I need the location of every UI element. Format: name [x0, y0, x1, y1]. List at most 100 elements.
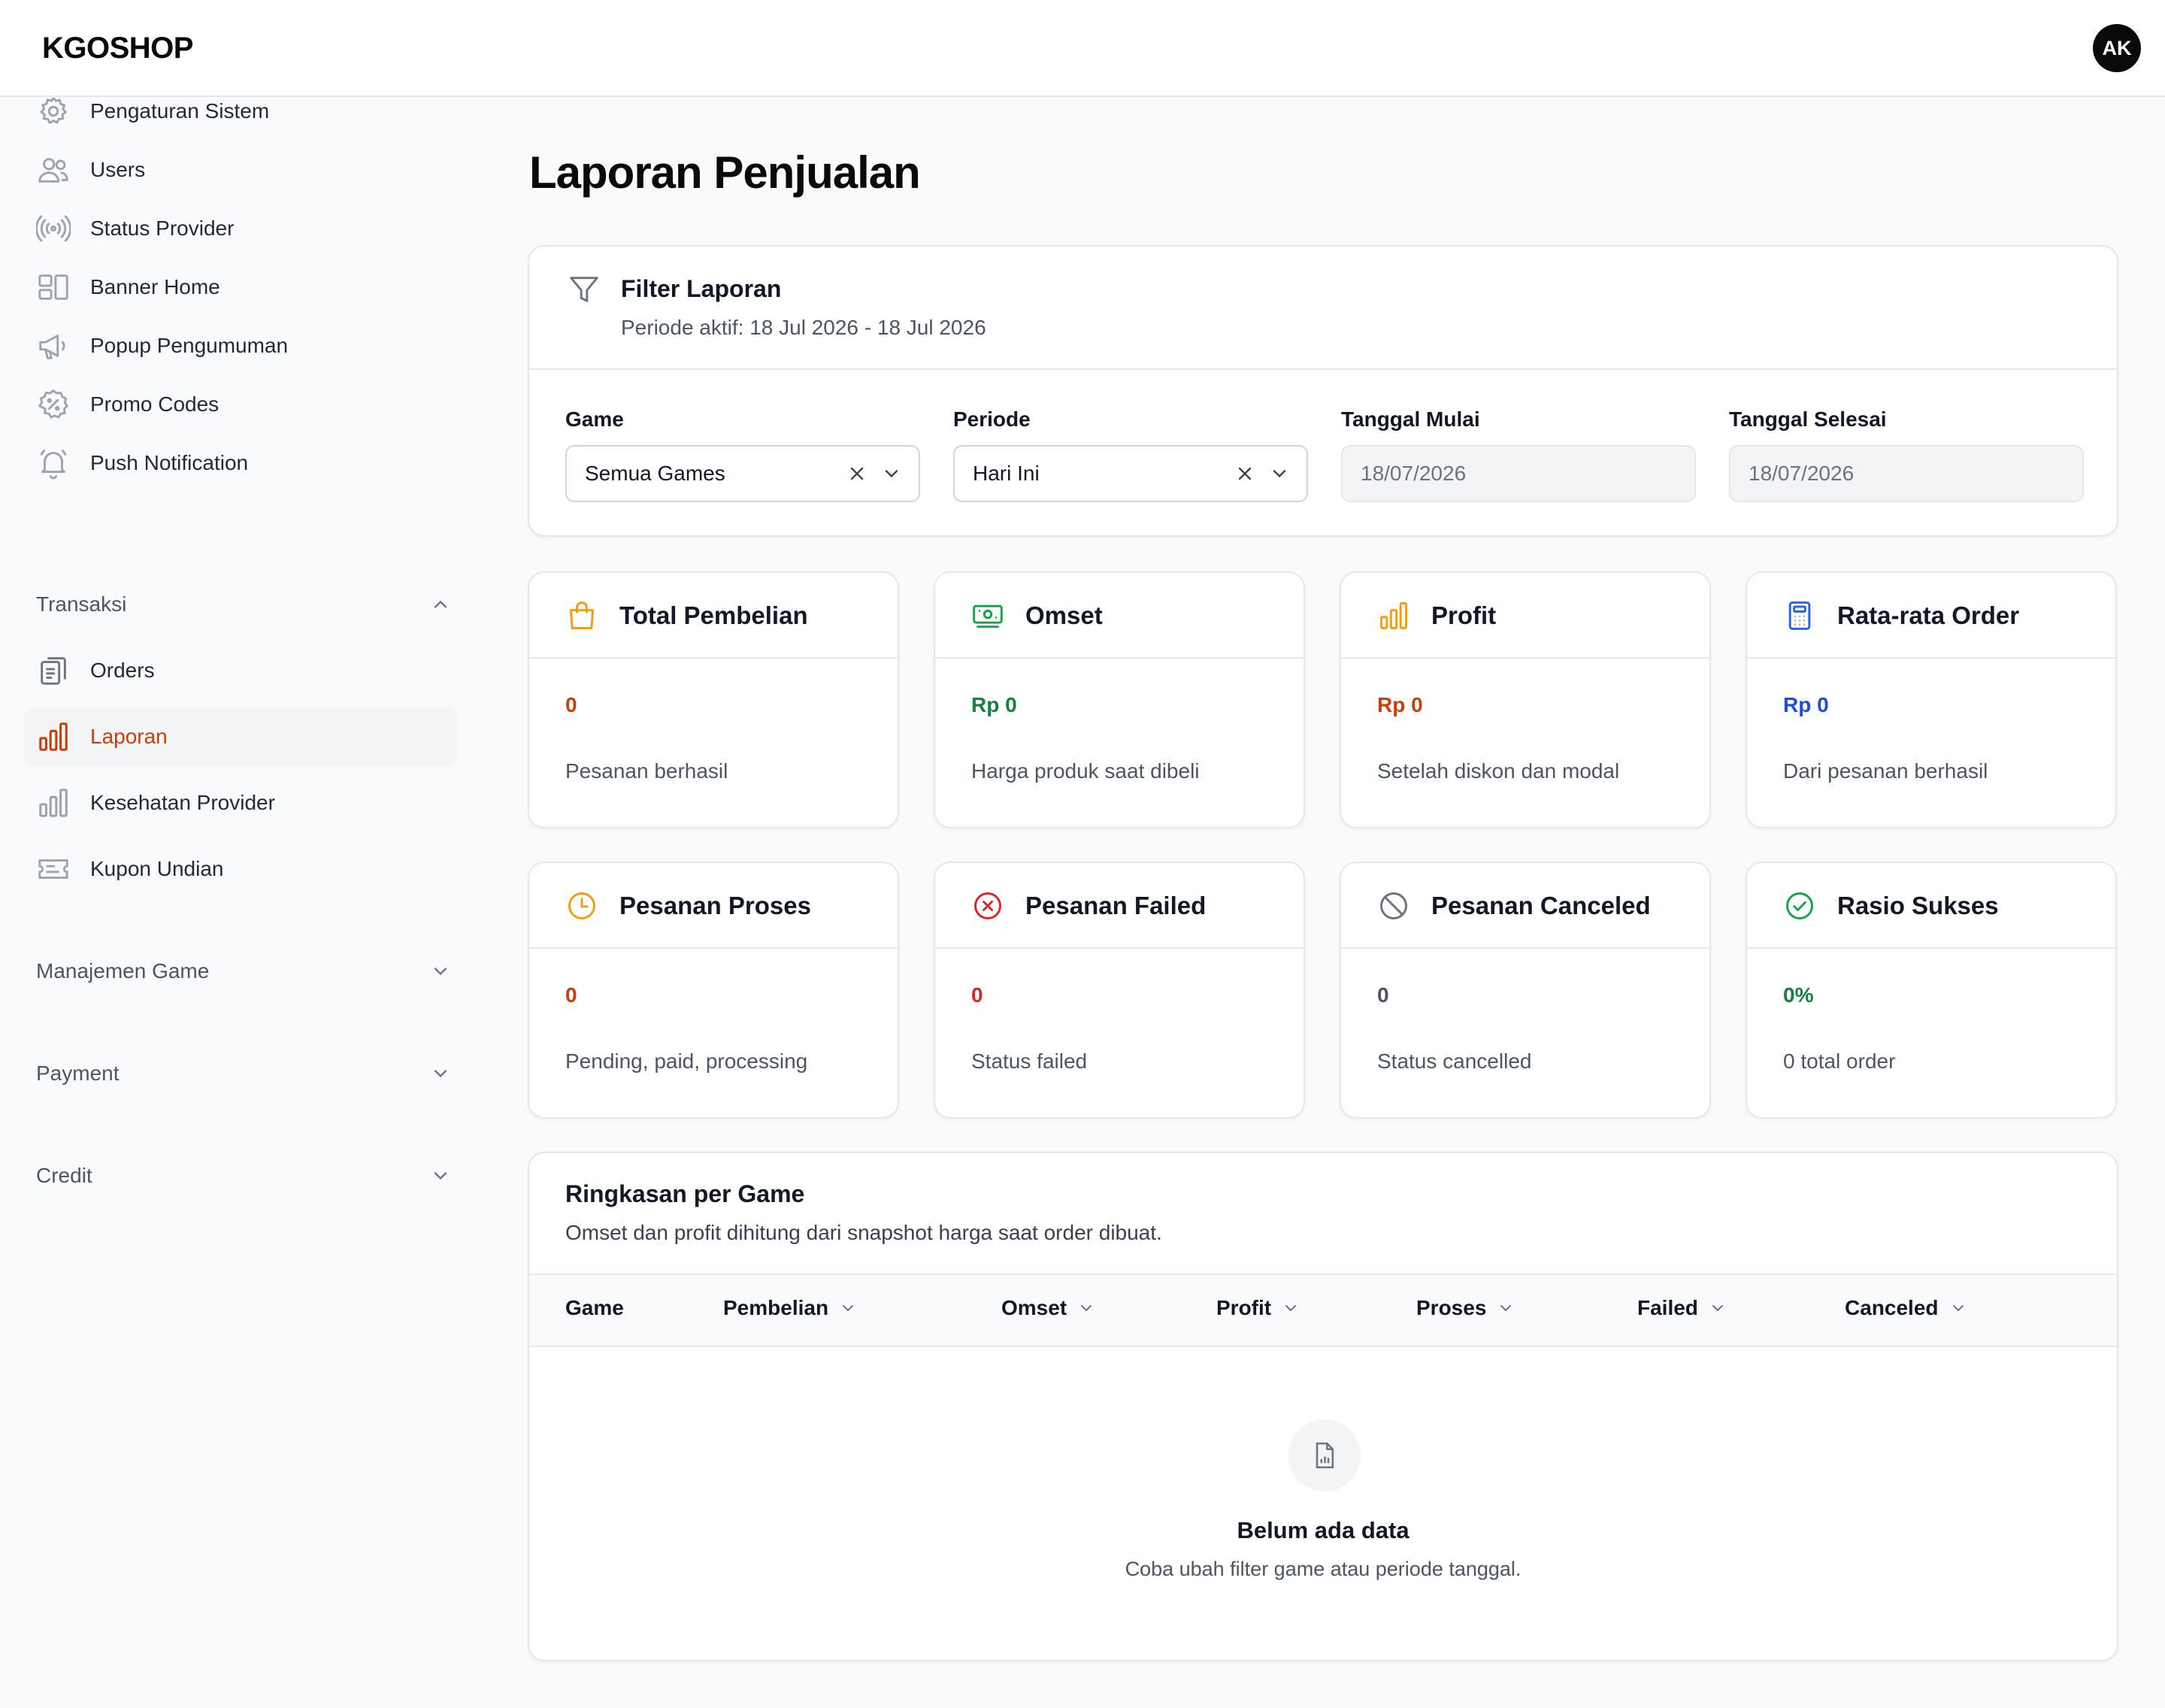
sort-chevron-icon — [1712, 1305, 1723, 1312]
users-icon — [38, 158, 68, 183]
stat-title: Rasio Sukses — [1837, 892, 1999, 919]
sidebar-item-label: Banner Home — [90, 275, 220, 298]
percent-badge-icon — [38, 389, 69, 419]
sort-chevron-icon — [843, 1305, 854, 1312]
stat-card-total-pembelian: Total Pembelian 0 Pesanan berhasil — [528, 571, 899, 828]
column-label: Pembelian — [723, 1296, 829, 1319]
sidebar-section-credit[interactable]: Credit — [36, 1158, 451, 1194]
clear-icon[interactable] — [1234, 463, 1255, 484]
section-label: Manajemen Game — [36, 959, 210, 983]
stat-card-header: Rata-rata Order — [1747, 573, 2115, 659]
sidebar-section-transaksi[interactable]: Transaksi — [36, 586, 451, 622]
column-header-proses[interactable]: Proses — [1416, 1296, 1515, 1320]
game-field: Game Semua Games — [565, 406, 920, 502]
sidebar-item-users[interactable]: Users — [24, 141, 457, 199]
stat-value: Rp 0 — [1377, 693, 1423, 716]
sidebar-item-laporan[interactable]: Laporan — [24, 707, 457, 766]
column-label: Failed — [1637, 1296, 1698, 1319]
stat-title: Pesanan Canceled — [1431, 892, 1651, 919]
bar-chart-icon — [1380, 602, 1407, 629]
sidebar-item-status-provider[interactable]: Status Provider — [24, 199, 457, 258]
ban-icon — [1380, 892, 1407, 919]
filter-active-period: Periode aktif: 18 Jul 2026 - 18 Jul 2026 — [621, 316, 986, 339]
column-header-omset[interactable]: Omset — [1001, 1296, 1095, 1320]
summary-title: Ringkasan per Game — [565, 1180, 805, 1207]
filter-icon — [570, 277, 598, 302]
chevron-down-icon — [434, 1070, 447, 1078]
stat-description: Pesanan berhasil — [565, 759, 728, 783]
sidebar-item-kupon-undian[interactable]: Kupon Undian — [24, 840, 457, 898]
stat-value: 0 — [971, 983, 983, 1007]
stat-card-header: Total Pembelian — [529, 573, 898, 659]
stat-description: 0 total order — [1783, 1049, 1896, 1073]
column-header-failed[interactable]: Failed — [1637, 1296, 1727, 1320]
periode-field: Periode Hari Ini — [953, 406, 1308, 502]
column-header-pembelian[interactable]: Pembelian — [723, 1296, 857, 1320]
sidebar-item-promo-codes[interactable]: Promo Codes — [24, 375, 457, 434]
sidebar-item-kesehatan-provider[interactable]: Kesehatan Provider — [24, 774, 457, 832]
sidebar-item-banner-home[interactable]: Banner Home — [24, 258, 457, 316]
sort-chevron-icon — [1952, 1305, 1964, 1312]
stat-description: Status failed — [971, 1049, 1088, 1073]
sidebar-item-label: Laporan — [90, 725, 168, 748]
calculator-icon — [1788, 601, 1811, 630]
start-date-value: 18/07/2026 — [1361, 462, 1467, 485]
chevron-down-icon[interactable] — [881, 463, 902, 484]
end-date-input[interactable]: 18/07/2026 — [1729, 445, 2084, 502]
clock-icon — [568, 892, 595, 919]
column-header-profit[interactable]: Profit — [1216, 1296, 1300, 1320]
stat-title: Pesanan Proses — [619, 892, 811, 919]
stat-description: Setelah diskon dan modal — [1377, 759, 1620, 783]
stat-description: Dari pesanan berhasil — [1783, 759, 1988, 783]
periode-select[interactable]: Hari Ini — [953, 445, 1308, 502]
sidebar-item-orders[interactable]: Orders — [24, 641, 457, 700]
sidebar-item-pengaturan-sistem[interactable]: Pengaturan Sistem — [24, 98, 457, 141]
sidebar-item-label: Kesehatan Provider — [90, 791, 275, 814]
sidebar-section-payment[interactable]: Payment — [36, 1055, 451, 1092]
stat-card-pesanan-proses: Pesanan Proses 0 Pending, paid, processi… — [528, 862, 899, 1119]
stat-card-omset: Omset Rp 0 Harga produk saat dibeli — [934, 571, 1305, 828]
filter-card: Filter Laporan Periode aktif: 18 Jul 202… — [528, 245, 2118, 537]
shopping-bag-icon — [569, 601, 595, 629]
banknote-icon — [973, 604, 1003, 628]
stat-card-header: Rasio Sukses — [1747, 863, 2115, 949]
sidebar: Pengaturan Sistem Users Status Provider … — [0, 98, 481, 1708]
stat-title: Total Pembelian — [619, 601, 808, 629]
sidebar-item-label: Pengaturan Sistem — [90, 99, 270, 123]
filter-header: Filter Laporan Periode aktif: 18 Jul 202… — [529, 247, 2117, 370]
game-select-value: Semua Games — [585, 462, 725, 485]
game-select[interactable]: Semua Games — [565, 445, 920, 502]
summary-subtitle: Omset dan profit dihitung dari snapshot … — [565, 1221, 1162, 1244]
signal-icon — [36, 215, 71, 242]
gear-icon — [40, 98, 68, 125]
stat-card-header: Pesanan Canceled — [1341, 863, 1709, 949]
chevron-down-icon — [434, 968, 447, 976]
clear-icon[interactable] — [846, 463, 868, 484]
stat-title: Pesanan Failed — [1025, 892, 1207, 919]
sidebar-item-label: Orders — [90, 659, 155, 682]
sidebar-item-popup-pengumuman[interactable]: Popup Pengumuman — [24, 316, 457, 375]
bell-icon — [40, 449, 67, 480]
column-header-canceled[interactable]: Canceled — [1845, 1296, 1967, 1320]
empty-state-subtitle: Coba ubah filter game atau periode tangg… — [1125, 1558, 1522, 1580]
start-date-label: Tanggal Mulai — [1341, 407, 1480, 431]
stat-title: Rata-rata Order — [1837, 601, 2020, 629]
empty-state-title: Belum ada data — [1237, 1517, 1410, 1543]
stat-card-profit: Profit Rp 0 Setelah diskon dan modal — [1340, 571, 1711, 828]
chevron-up-icon — [434, 600, 447, 608]
ticket-icon — [38, 859, 68, 879]
check-circle-icon — [1786, 892, 1813, 919]
column-label: Profit — [1216, 1296, 1272, 1319]
bar-chart-icon — [39, 722, 68, 751]
page-title: Laporan Penjualan — [529, 147, 921, 198]
app-logo[interactable]: KGOSHOP — [42, 29, 193, 68]
sidebar-section-manajemen-game[interactable]: Manajemen Game — [36, 953, 451, 989]
column-label: Game — [565, 1296, 624, 1319]
user-avatar[interactable]: AK — [2093, 24, 2141, 72]
chevron-down-icon[interactable] — [1269, 463, 1290, 484]
chevron-down-icon — [434, 1172, 447, 1180]
stat-description: Status cancelled — [1377, 1049, 1532, 1073]
stat-value: 0 — [1377, 983, 1389, 1007]
sidebar-item-push-notification[interactable]: Push Notification — [24, 434, 457, 492]
start-date-input[interactable]: 18/07/2026 — [1341, 445, 1696, 502]
